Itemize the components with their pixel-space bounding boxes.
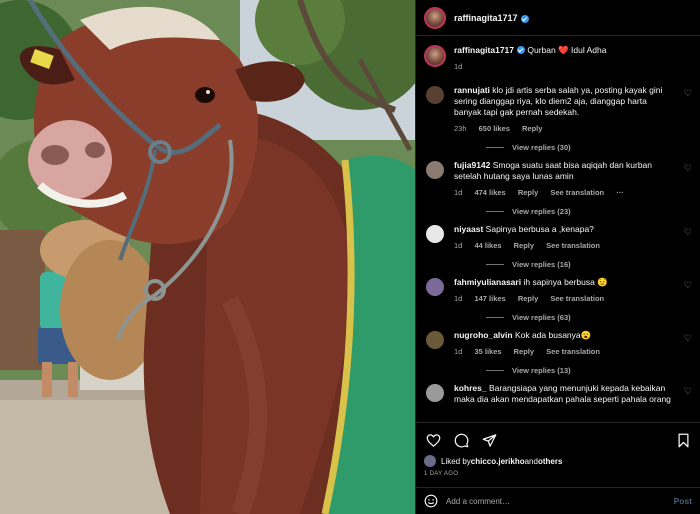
view-replies-label: View replies (30) <box>512 143 571 152</box>
likes-summary: Liked by chicco.jerikho and others <box>424 455 692 467</box>
view-replies-button[interactable]: View replies (30) <box>486 143 692 152</box>
see-translation-button[interactable]: See translation <box>550 294 604 303</box>
comment-item: rannujati klo jdi artis serba salah ya, … <box>424 85 692 133</box>
comment-like-heart-icon[interactable]: ♡ <box>684 334 692 343</box>
view-replies-label: View replies (63) <box>512 313 571 322</box>
view-replies-button[interactable]: View replies (13) <box>486 366 692 375</box>
comment-item: fahmiyulianasari ih sapinya berbusa 😟 1d… <box>424 277 692 303</box>
heart-icon[interactable] <box>424 431 442 449</box>
commenter-avatar[interactable] <box>426 86 444 104</box>
comment-like-heart-icon[interactable]: ♡ <box>684 281 692 290</box>
comment-time: 1d <box>454 241 463 250</box>
comment-time: 1d <box>454 188 463 197</box>
comment-meta: 23h 650 likes Reply <box>454 124 676 133</box>
post-header: raffinagita1717 <box>416 0 700 36</box>
comment-meta: 1d 44 likes Reply See translation <box>454 241 676 250</box>
comment-like-heart-icon[interactable]: ♡ <box>684 164 692 173</box>
view-replies-label: View replies (23) <box>512 207 571 216</box>
verified-badge-icon <box>520 14 529 23</box>
commenter-avatar[interactable] <box>426 161 444 179</box>
caption-meta: 1d <box>454 62 692 71</box>
comment-likes[interactable]: 147 likes <box>474 294 505 303</box>
liker-avatar[interactable] <box>424 455 436 467</box>
comment-item: niyaast Sapinya berbusa a ,kenapa? 1d 44… <box>424 224 692 250</box>
commenter-username[interactable]: rannujati <box>454 85 490 95</box>
comment-meta: 1d 474 likes Reply See translation ··· <box>454 188 676 197</box>
post-timestamp[interactable]: 1 DAY AGO <box>424 471 458 477</box>
comment-like-heart-icon[interactable]: ♡ <box>684 89 692 98</box>
comment-item: nugroho_alvin Kok ada busanya😮 1d 35 lik… <box>424 330 692 356</box>
comment-item: kohres_ Barangsiapa yang menunjuki kepad… <box>424 383 692 405</box>
commenter-avatar[interactable] <box>426 278 444 296</box>
author-username[interactable]: raffinagita1717 <box>454 13 518 23</box>
comment-text: Sapinya berbusa a ,kenapa? <box>485 224 594 234</box>
share-icon[interactable] <box>480 431 498 449</box>
commenter-username[interactable]: niyaast <box>454 224 483 234</box>
reply-button[interactable]: Reply <box>518 294 538 303</box>
caption-username[interactable]: raffinagita1717 <box>454 45 514 55</box>
likes-others-link[interactable]: others <box>538 457 562 466</box>
view-replies-button[interactable]: View replies (16) <box>486 260 692 269</box>
comment-item: fujia9142 Smoga suatu saat bisa aqiqah d… <box>424 160 692 197</box>
reply-button[interactable]: Reply <box>522 124 542 133</box>
commenter-avatar[interactable] <box>426 225 444 243</box>
comment-likes[interactable]: 44 likes <box>474 241 501 250</box>
caption-text: raffinagita1717 Qurban ❤️ Idul Adha <box>454 45 692 56</box>
see-translation-button[interactable]: See translation <box>546 347 600 356</box>
caption-time: 1d <box>454 62 463 71</box>
comment-time: 23h <box>454 124 467 133</box>
liker-username[interactable]: chicco.jerikho <box>471 457 525 466</box>
see-translation-button[interactable]: See translation <box>546 241 600 250</box>
comment-text: Kok ada busanya😮 <box>514 330 592 340</box>
reply-button[interactable]: Reply <box>514 347 534 356</box>
comments-list[interactable]: raffinagita1717 Qurban ❤️ Idul Adha 1d r… <box>416 37 700 422</box>
post-photo[interactable] <box>0 0 415 514</box>
comment-icon[interactable] <box>452 431 470 449</box>
commenter-username[interactable]: fujia9142 <box>454 160 490 170</box>
comment-like-heart-icon[interactable]: ♡ <box>684 228 692 237</box>
more-options-icon[interactable]: ··· <box>616 188 624 197</box>
cow-photo-illustration <box>0 0 415 514</box>
caption-body: Qurban ❤️ Idul Adha <box>525 45 607 55</box>
post-side-panel: raffinagita1717 raffinagita1717 Qurban ❤… <box>415 0 700 514</box>
comment-likes[interactable]: 35 likes <box>474 347 501 356</box>
view-replies-button[interactable]: View replies (23) <box>486 207 692 216</box>
commenter-username[interactable]: kohres_ <box>454 383 487 393</box>
instagram-post: raffinagita1717 raffinagita1717 Qurban ❤… <box>0 0 700 514</box>
see-translation-button[interactable]: See translation <box>550 188 604 197</box>
commenter-username[interactable]: nugroho_alvin <box>454 330 513 340</box>
post-action-bar <box>416 422 700 457</box>
add-comment-input[interactable]: Add a comment… <box>446 497 674 506</box>
reply-button[interactable]: Reply <box>518 188 538 197</box>
likes-middle: and <box>524 456 538 466</box>
comment-text: Barangsiapa yang menunjuki kepada kebaik… <box>454 383 671 404</box>
view-replies-label: View replies (13) <box>512 366 571 375</box>
author-avatar[interactable] <box>424 6 446 29</box>
comment-like-heart-icon[interactable]: ♡ <box>684 387 692 396</box>
commenter-username[interactable]: fahmiyulianasari <box>454 277 521 287</box>
comment-time: 1d <box>454 294 463 303</box>
comment-likes[interactable]: 650 likes <box>479 124 510 133</box>
likes-prefix: Liked by <box>441 456 471 466</box>
caption-avatar[interactable] <box>424 45 446 67</box>
view-replies-button[interactable]: View replies (63) <box>486 313 692 322</box>
emoji-icon[interactable] <box>424 494 438 508</box>
verified-badge-icon <box>517 46 525 54</box>
comment-text: ih sapinya berbusa 😟 <box>523 277 608 287</box>
view-replies-label: View replies (16) <box>512 260 571 269</box>
commenter-avatar[interactable] <box>426 331 444 349</box>
comment-likes[interactable]: 474 likes <box>474 188 505 197</box>
post-comment-button[interactable]: Post <box>674 496 692 506</box>
bookmark-icon[interactable] <box>674 431 692 449</box>
post-caption: raffinagita1717 Qurban ❤️ Idul Adha 1d <box>424 45 692 71</box>
reply-button[interactable]: Reply <box>514 241 534 250</box>
comment-meta: 1d 35 likes Reply See translation <box>454 347 676 356</box>
comment-meta: 1d 147 likes Reply See translation <box>454 294 676 303</box>
add-comment-bar: Add a comment… Post <box>416 487 700 514</box>
commenter-avatar[interactable] <box>426 384 444 402</box>
comment-time: 1d <box>454 347 463 356</box>
